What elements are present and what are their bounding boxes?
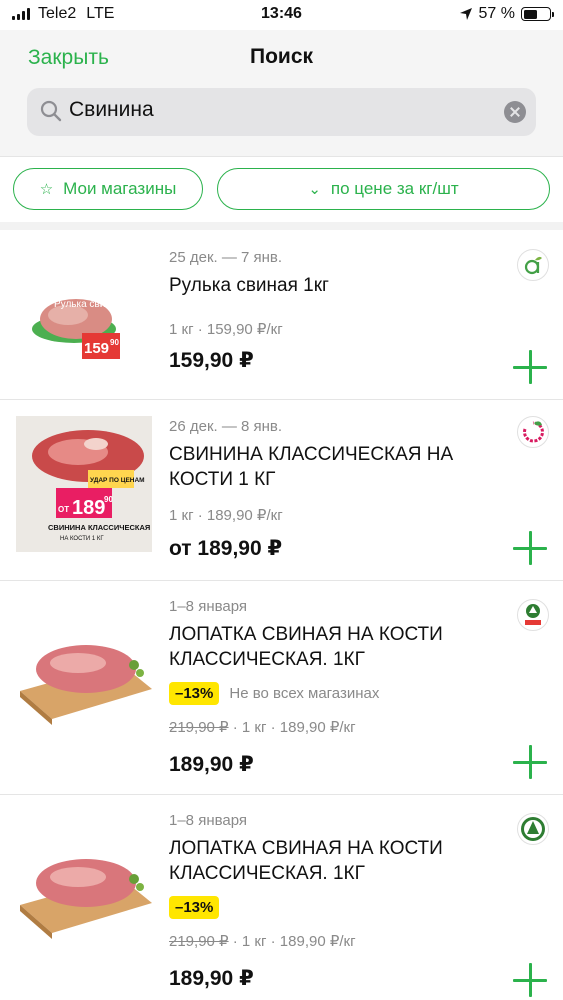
clear-icon[interactable] <box>504 101 526 123</box>
add-to-list-button[interactable] <box>513 745 547 779</box>
discount-badge: –13% <box>169 682 220 705</box>
store-spar-logo-icon <box>525 604 541 625</box>
filter-bar: ☆ Мои магазины ⌄ по цене за кг/шт <box>0 156 563 230</box>
product-name: СВИНИНА КЛАССИЧЕСКАЯ НА КОСТИ 1 КГ <box>169 444 454 490</box>
product-name: ЛОПАТКА СВИНАЯ НА КОСТИ КЛАССИЧЕСКАЯ. 1К… <box>169 838 443 884</box>
search-input[interactable]: Свинина <box>27 88 536 136</box>
product-name: Рулька свиная 1кг <box>169 275 329 296</box>
product-card[interactable]: 1–8 января ЛОПАТКА СВИНАЯ НА КОСТИ КЛАСС… <box>0 795 563 1000</box>
store-spar-tree-logo-icon <box>521 817 545 841</box>
my-stores-filter-button[interactable]: ☆ Мои магазины <box>13 168 203 210</box>
discount-badge: –13% <box>169 896 220 919</box>
unit-price: 1 кг · 189,90 ₽/кг <box>169 507 283 524</box>
search-header: Закрыть Поиск Свинина <box>0 30 563 156</box>
old-price: 219,90 ₽ <box>169 933 229 950</box>
image-label: Рулька свиная 1кг <box>54 299 139 310</box>
product-card[interactable]: 1–8 января ЛОПАТКА СВИНАЯ НА КОСТИ КЛАСС… <box>0 581 563 795</box>
sort-label: по цене за кг/шт <box>330 179 459 198</box>
page-title: Поиск <box>249 45 314 68</box>
product-image <box>20 645 152 725</box>
add-to-list-button[interactable] <box>513 531 547 565</box>
promo-dates: 25 дек. — 7 янв. <box>169 249 283 266</box>
chevron-down-icon: ⌄ <box>308 181 321 198</box>
product-name: ЛОПАТКА СВИНАЯ НА КОСТИ КЛАССИЧЕСКАЯ. 1К… <box>169 624 443 670</box>
add-to-list-button[interactable] <box>513 963 547 997</box>
promo-dates: 1–8 января <box>169 812 248 829</box>
status-bar: Tele2 LTE 13:46 57 % <box>0 0 563 30</box>
image-price-cents: 90 <box>110 338 119 347</box>
promo-dates: 1–8 января <box>169 598 248 615</box>
unit-price: · 1 кг · 189,90 ₽/кг <box>228 719 356 736</box>
location-arrow-icon <box>459 8 472 20</box>
search-query[interactable]: Свинина <box>69 98 154 122</box>
availability-note: Не во всех магазинах <box>229 685 380 702</box>
image-price: 189 <box>72 497 105 519</box>
store-green-a-logo-icon <box>524 256 542 275</box>
image-caption: СВИНИНА КЛАССИЧЕСКАЯ <box>48 523 150 532</box>
store-logo <box>517 813 549 845</box>
store-logo <box>517 599 549 631</box>
store-pink-leaf-logo-icon <box>523 421 544 443</box>
battery-icon <box>521 7 554 21</box>
old-price: 219,90 ₽ <box>169 719 229 736</box>
image-from: ОТ <box>58 505 69 514</box>
image-caption-small: НА КОСТИ 1 КГ <box>60 536 104 542</box>
sort-button[interactable]: ⌄ по цене за кг/шт <box>217 168 550 210</box>
product-image: Рулька свиная 1кг 159 90 <box>32 299 139 359</box>
product-image: УДАР ПО ЦЕНАМ ОТ 189 90 СВИНИНА КЛАССИЧЕ… <box>16 416 152 552</box>
image-price: 159 <box>84 340 109 357</box>
unit-price: 1 кг · 159,90 ₽/кг <box>169 321 283 338</box>
product-list: Рулька свиная 1кг 159 90 25 дек. — 7 янв… <box>0 230 563 1000</box>
unit-price: · 1 кг · 189,90 ₽/кг <box>228 933 356 950</box>
image-tag: УДАР ПО ЦЕНАМ <box>90 477 145 484</box>
product-card[interactable]: УДАР ПО ЦЕНАМ ОТ 189 90 СВИНИНА КЛАССИЧЕ… <box>0 400 563 581</box>
product-price: 159,90 ₽ <box>169 349 254 372</box>
my-stores-label: Мои магазины <box>63 179 177 198</box>
search-icon <box>40 100 62 122</box>
battery-percent: 57 % <box>478 5 515 22</box>
product-price: 189,90 ₽ <box>169 753 254 776</box>
store-logo <box>517 416 549 448</box>
promo-dates: 26 дек. — 8 янв. <box>169 418 283 435</box>
product-card[interactable]: Рулька свиная 1кг 159 90 25 дек. — 7 янв… <box>0 230 563 400</box>
store-logo <box>517 249 549 281</box>
product-price: 189,90 ₽ <box>169 967 254 990</box>
product-image <box>20 859 152 939</box>
product-price: от 189,90 ₽ <box>169 537 283 560</box>
image-price-cents: 90 <box>104 495 113 504</box>
star-outline-icon: ☆ <box>39 181 54 198</box>
add-to-list-button[interactable] <box>513 350 547 384</box>
